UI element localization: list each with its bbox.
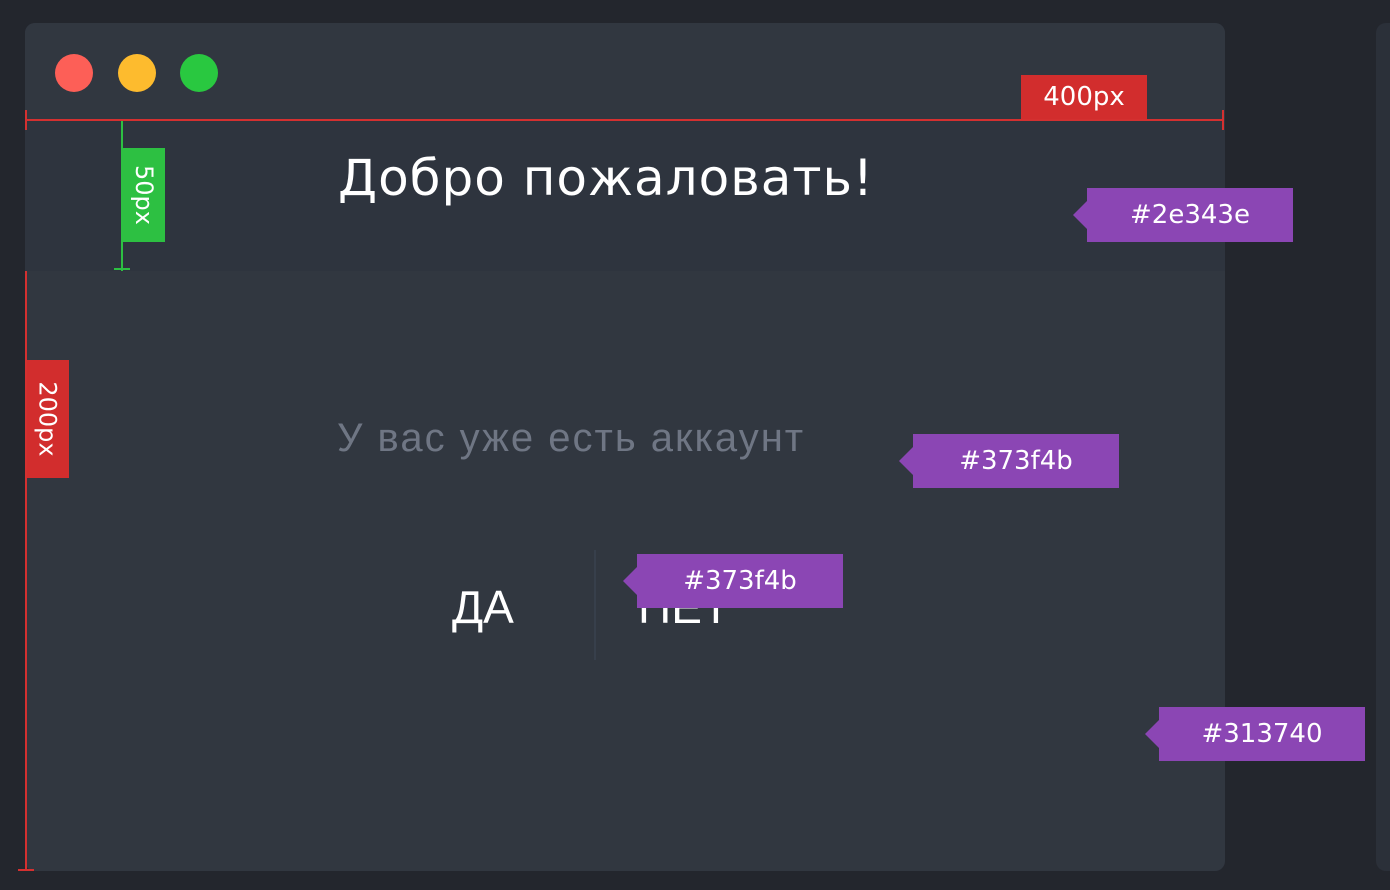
body-height-dimension-label: 200px (34, 381, 62, 457)
body-height-dimension-badge: 200px (27, 360, 69, 478)
body-height-dimension-cap (18, 869, 34, 871)
width-dimension-cap-left (25, 110, 27, 130)
question-color-tag: #373f4b (899, 434, 1119, 488)
header-height-dimension-label: 50px (130, 165, 159, 225)
header-height-dimension-badge: 50px (123, 148, 165, 242)
width-dimension-cap-right (1222, 110, 1224, 130)
width-dimension-label: 400px (1021, 75, 1147, 119)
account-question: У вас уже есть аккаунт (337, 416, 806, 460)
close-window-button[interactable] (55, 54, 93, 92)
background-window-edge (1376, 23, 1390, 871)
answer-divider (594, 550, 596, 660)
minimize-window-button[interactable] (118, 54, 156, 92)
header-height-dimension-cap (114, 268, 130, 270)
divider-color-tag: #373f4b (623, 554, 843, 608)
body-color-tag: #313740 (1145, 707, 1365, 761)
width-dimension-line (25, 119, 1224, 121)
header-color-tag: #2e343e (1073, 188, 1293, 242)
maximize-window-button[interactable] (180, 54, 218, 92)
yes-button[interactable]: ДА (452, 580, 514, 634)
header-title: Добро пожаловать! (338, 149, 874, 207)
